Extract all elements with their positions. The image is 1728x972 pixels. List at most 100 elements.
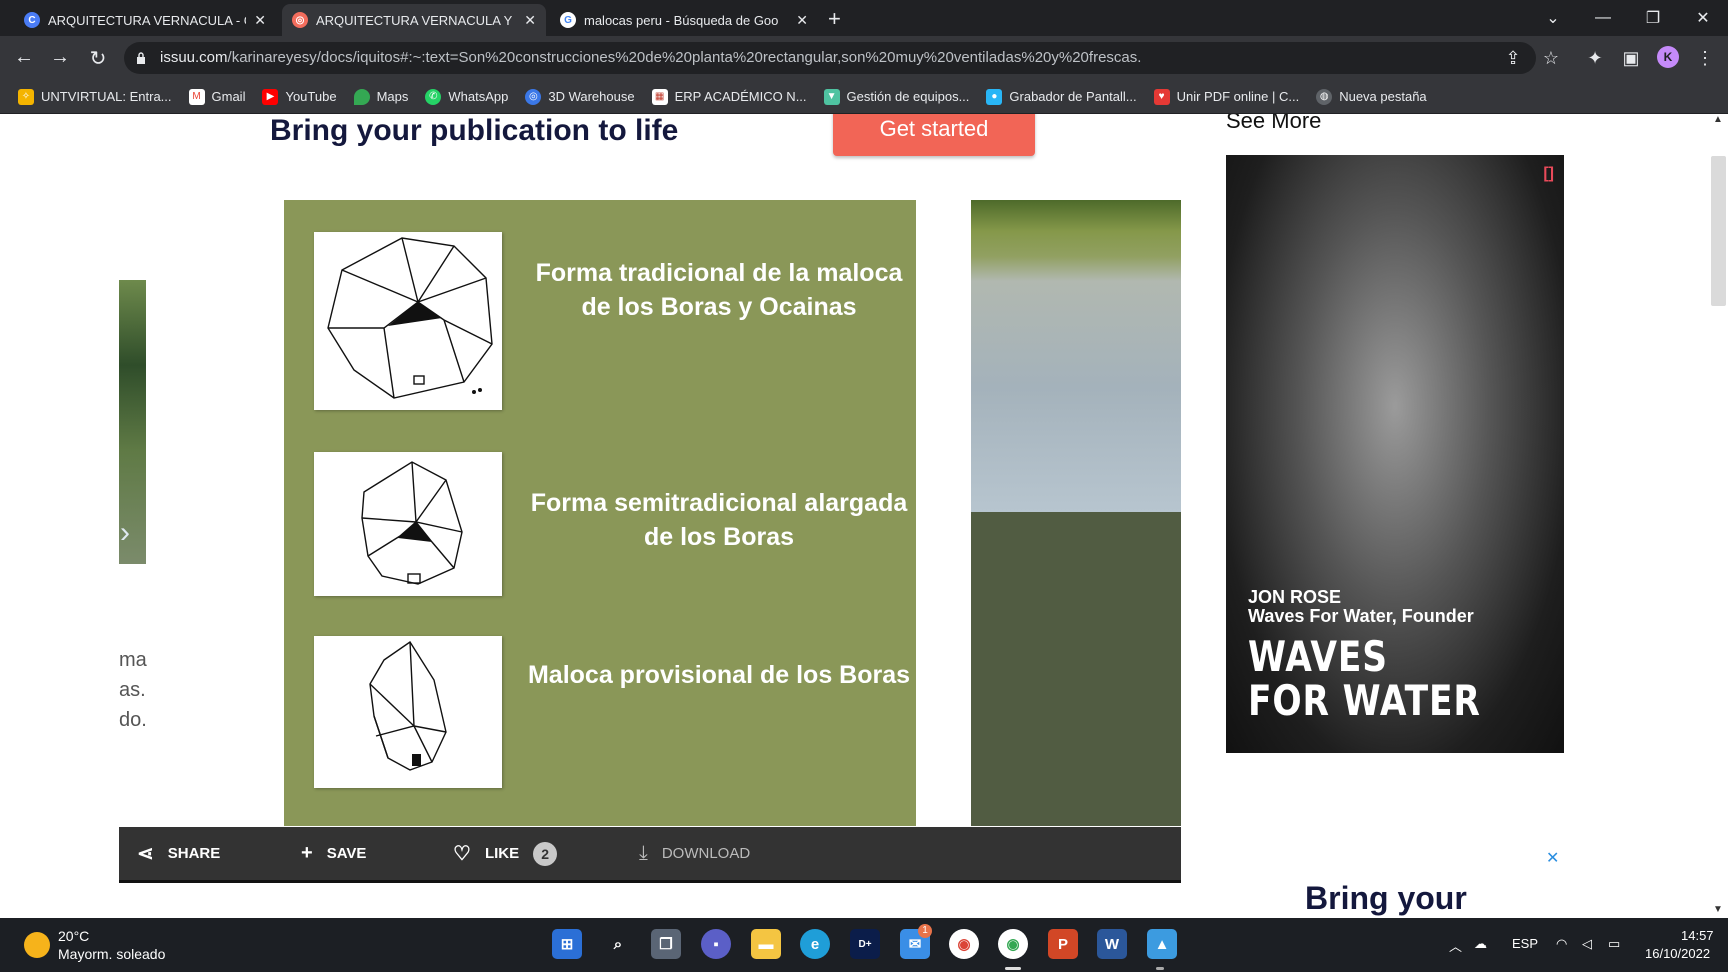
chrome-icon[interactable]: ◉ [949,929,979,959]
maloca-sketch-icon [361,461,463,585]
download-button[interactable]: ⤓ DOWNLOAD [639,842,750,865]
language-indicator[interactable]: ESP [1512,936,1538,951]
bookmark-whatsapp[interactable]: ✆ WhatsApp [425,88,508,105]
onedrive-cloud-icon[interactable]: ☁ [1474,936,1487,952]
ad-close-icon[interactable]: ✕ [1546,848,1559,868]
disney-plus-icon[interactable]: D+ [850,929,880,959]
bookmark-gestion-equipos[interactable]: ▼ Gestión de equipos... [823,88,970,105]
bookmark-gmail[interactable]: M Gmail [188,88,246,105]
bookmark-label: Unir PDF online | C... [1176,89,1300,104]
show-hidden-icons-chevron-icon[interactable]: ︿ [1449,936,1462,955]
powerpoint-icon[interactable]: P [1048,929,1078,959]
reload-icon[interactable]: ↻ [86,46,110,71]
address-bar[interactable]: issuu.com/karinareyesy/docs/iquitos#:~:t… [124,42,1536,74]
weather-description[interactable]: Mayorm. soleado [58,946,165,962]
youtube-icon: ▶ [262,88,279,105]
clock-time[interactable]: 14:57 [1681,928,1714,943]
maloca-drawing-semitraditional [314,452,502,596]
back-arrow-icon[interactable]: ← [12,46,36,69]
extensions-icon[interactable]: ✦ [1584,48,1606,69]
new-tab-button[interactable]: + [828,6,841,32]
close-icon[interactable]: ✕ [796,12,808,29]
share-button[interactable]: ⋖ SHARE [137,841,220,866]
get-started-button[interactable]: Get started [833,114,1035,156]
bookmark-unir-pdf[interactable]: ♥ Unir PDF online | C... [1153,88,1300,105]
edge-icon[interactable]: e [800,929,830,959]
issuu-icon: ◎ [292,12,308,28]
search-icon[interactable]: ⌕ [603,929,633,959]
lock-icon[interactable] [136,52,146,64]
recorder-icon: ● [986,88,1003,105]
canva-icon: C [24,12,40,28]
tab-search-icon[interactable]: ⌄ [1528,0,1578,36]
tab-title: malocas peru - Búsqueda de Goo [584,12,779,28]
scroll-up-arrow-icon[interactable]: ▲ [1713,114,1723,125]
forward-arrow-icon[interactable]: → [48,46,72,69]
ad-marker-icon: [] [1543,165,1554,182]
promo-bottom-text: Bring your [1305,880,1467,916]
start-menu-icon[interactable]: ⊞ [552,929,582,959]
share-page-icon[interactable]: ⇪ [1502,48,1524,69]
battery-icon[interactable]: ▭ [1608,936,1620,952]
gmail-icon: M [188,88,205,105]
like-button[interactable]: ♡ LIKE 2 [453,841,558,866]
bookmark-3d-warehouse[interactable]: ◎ 3D Warehouse [525,88,635,105]
url-host: issuu.com [160,49,228,66]
side-panel-icon[interactable]: ▣ [1620,48,1642,69]
file-explorer-icon[interactable]: ▬ [751,929,781,959]
maloca-drawing-provisional [314,636,502,788]
previous-page-arrow-icon[interactable]: › [120,516,130,550]
tab-arquitectura-issuu[interactable]: ◎ ARQUITECTURA VERNACULA Y S ✕ [282,4,546,36]
bookmark-untvirtual[interactable]: ✧ UNTVIRTUAL: Entra... [18,88,172,105]
bookmark-label: Gmail [211,89,246,104]
next-page-panel [971,512,1181,826]
advertisement[interactable]: [] JON ROSE Waves For Water, Founder WAV… [1226,155,1564,753]
photos-icon[interactable]: ▲ [1147,929,1177,959]
bookmark-star-icon[interactable]: ☆ [1540,48,1562,69]
erp-icon: ▦ [651,88,668,105]
save-label: SAVE [326,845,367,862]
scroll-down-arrow-icon[interactable]: ▼ [1713,904,1723,915]
save-button[interactable]: + SAVE [301,842,366,865]
bookmark-erp-academico[interactable]: ▦ ERP ACADÉMICO N... [651,88,807,105]
close-icon[interactable]: ✕ [524,12,536,29]
maloca-sketch-icon [369,641,447,771]
chat-icon[interactable]: ▪ [701,929,731,959]
tab-strip: C ARQUITECTURA VERNACULA - G ✕ ◎ ARQUITE… [0,0,1728,36]
tab-arquitectura-canva[interactable]: C ARQUITECTURA VERNACULA - G ✕ [14,4,276,36]
bookmark-grabador[interactable]: ● Grabador de Pantall... [986,88,1137,105]
tab-title: ARQUITECTURA VERNACULA Y S [316,12,517,28]
ad-person-name: JON ROSE [1248,587,1342,607]
caption-traditional: Forma tradicional de la maloca de los Bo… [535,259,903,321]
weather-temperature[interactable]: 20°C [58,928,89,944]
bookmark-youtube[interactable]: ▶ YouTube [262,88,337,105]
bookmark-label: ERP ACADÉMICO N... [674,89,807,104]
bookmark-maps[interactable]: Maps [353,88,408,105]
menu-kebab-icon[interactable]: ⋮ [1694,48,1716,69]
profile-avatar[interactable]: K [1657,46,1679,68]
restore-button[interactable]: ❐ [1628,0,1678,36]
weather-sun-icon[interactable] [24,932,50,958]
caption-provisional: Maloca provisional de los Boras [527,661,911,689]
tab-malocas-google[interactable]: G malocas peru - Búsqueda de Goo ✕ [550,4,818,36]
minimize-button[interactable]: — [1578,0,1628,36]
heart-icon: ♡ [453,843,471,865]
bookmark-nueva-pestana[interactable]: ◍ Nueva pestaña [1316,88,1427,105]
clock-date[interactable]: 16/10/2022 [1645,946,1710,961]
wifi-icon[interactable]: ◠ [1556,936,1567,952]
chrome-profile-icon[interactable]: ◉ [998,929,1028,959]
close-icon[interactable]: ✕ [254,12,266,29]
ad-headline-line: FOR WATER [1248,676,1481,725]
document-action-bar: ⋖ SHARE + SAVE ♡ LIKE 2 ⤓ DOWNLOAD [119,827,1181,883]
bookmark-label: Gestión de equipos... [846,89,970,104]
previous-page-text: ma [119,649,147,671]
next-page-photo [971,200,1181,512]
task-view-icon[interactable]: ❐ [651,929,681,959]
share-label: SHARE [167,845,221,862]
scrollbar-thumb[interactable] [1711,156,1726,306]
word-icon[interactable]: W [1097,929,1127,959]
close-window-button[interactable]: ✕ [1678,0,1728,36]
volume-icon[interactable]: ◁ [1582,936,1592,952]
caption-semitraditional: Forma semitradicional alargada de los Bo… [530,489,908,551]
share-icon: ⋖ [137,843,154,865]
